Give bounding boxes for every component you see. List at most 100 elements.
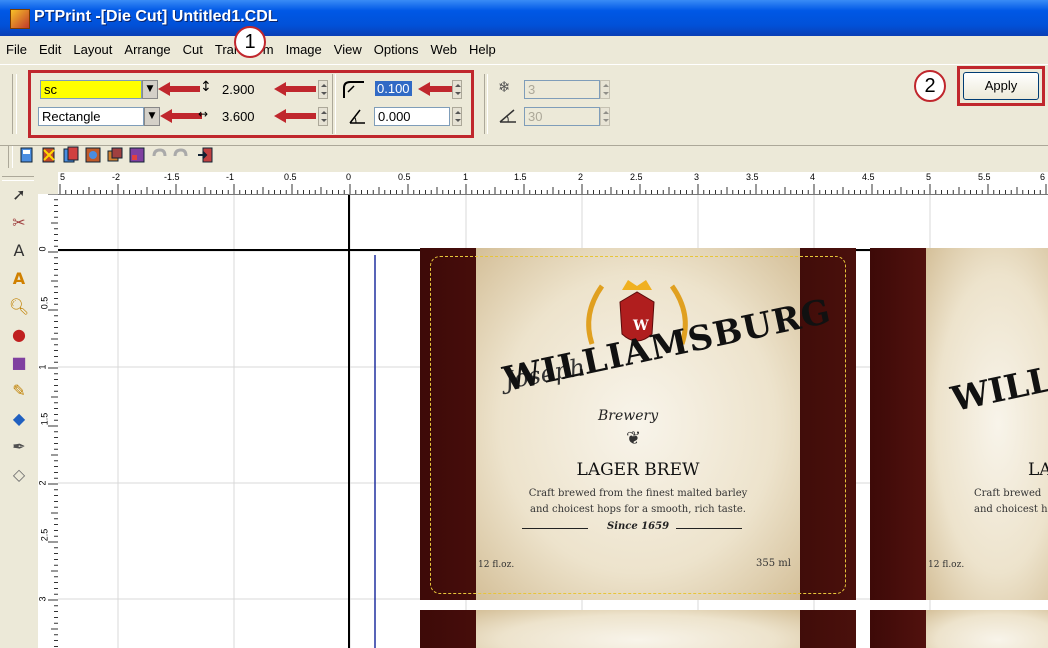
label-tile[interactable]: W Joseph WILLIAMSBURG Brewery ❦ LAGER BR… [420,248,856,600]
separator [484,74,488,134]
angle-field[interactable]: 0.000 [374,107,450,126]
pencil-tool-icon[interactable]: ✎ [8,380,30,402]
pages-icon[interactable] [62,146,80,164]
image-icon[interactable] [128,146,146,164]
label-desc-1: Craft brewed from the finest malted barl… [528,488,748,499]
label-since: Since 1659 [606,521,670,532]
ruler-label: -2 [112,172,121,182]
menu-image[interactable]: Image [280,40,328,62]
horizontal-ruler[interactable]: 5 -2 -1.5 -1 0.5 0 0.5 1 1.5 2 2.5 3 3.5… [58,172,1048,195]
toolbox-grip [2,176,34,181]
zoom-tool-icon[interactable]: 🔍︎ [8,296,30,318]
menu-cut[interactable]: Cut [177,40,209,62]
apply-button[interactable]: Apply [963,72,1039,100]
callout-2: 2 [914,70,946,102]
label-brewery: Brewery [598,408,659,424]
callout-1: 1 [234,26,266,58]
menu-layout[interactable]: Layout [67,40,118,62]
ruler-label: 2.5 [39,528,50,542]
count-spinner[interactable] [600,80,610,99]
ruler-label: 1 [38,364,48,370]
color-combo-value: sc [44,82,57,97]
bucket-tool-icon[interactable]: ◆ [8,408,30,430]
shape-tool-icon[interactable]: ● [8,324,30,346]
corner-radius-spinner[interactable] [452,80,462,99]
vertical-ruler[interactable]: 0 0.5 1 1.5 2 2.5 3 [38,194,59,648]
toolbar-grip [8,146,13,168]
design-canvas[interactable]: W Joseph WILLIAMSBURG Brewery ❦ LAGER BR… [58,195,1048,648]
undo-icon[interactable] [150,146,168,164]
menu-options[interactable]: Options [368,40,425,62]
ruler-label: 2.5 [630,172,643,182]
count-value: 3 [528,82,536,97]
menu-help[interactable]: Help [463,40,502,62]
redo-icon[interactable] [172,146,190,164]
ruler-corner[interactable] [38,172,59,195]
count-field[interactable]: 3 [524,80,600,99]
shape-combo-dropdown[interactable]: ▼ [144,107,160,126]
layout-icon[interactable] [84,146,102,164]
label-desc-2: and choicest hops for a smooth, rich tas… [530,504,746,515]
separator [332,74,336,134]
ruler-label: 0.5 [398,172,411,182]
ruler-label: 3.5 [746,172,759,182]
red-arrow-2 [160,109,202,123]
menu-view[interactable]: View [328,40,368,62]
height-field[interactable]: 2.900 [218,80,274,99]
ruler-label: -1 [226,172,235,182]
fill-tool-icon[interactable]: ■ [8,352,30,374]
scissors-tool-icon[interactable]: ✂ [8,212,30,234]
ruler-label: 6 [1040,172,1046,182]
menu-edit[interactable]: Edit [33,40,67,62]
corner-radius-icon [343,81,364,98]
app-icon [10,9,30,29]
cut-page-icon[interactable] [40,146,58,164]
width-value: 3.600 [222,109,255,124]
art-text-tool-icon[interactable]: A [8,268,30,290]
width-spinner[interactable] [318,107,328,126]
menu-file[interactable]: File [0,40,33,62]
ruler-label: 0.5 [39,296,50,310]
shape-combo[interactable]: Rectangle [38,107,144,126]
ruler-label: 1 [463,172,469,182]
color-combo[interactable]: sc [40,80,142,99]
rotation-value: 30 [528,109,543,124]
rotation-spinner[interactable] [600,107,610,126]
menu-web[interactable]: Web [425,40,464,62]
title-bar: PTPrint -[Die Cut] Untitled1.CDL [0,0,1048,36]
ruler-label: 5.5 [978,172,991,182]
text-tool-icon[interactable]: A [8,240,30,262]
label-volume-left: 12 fl.oz. [478,560,515,570]
angle-spinner[interactable] [452,107,462,126]
label-tile[interactable]: WILL LA Craft brewed and choicest h 12 f… [870,248,1048,600]
arrange-icon[interactable] [106,146,124,164]
label-parchment [926,610,1048,648]
ruler-label: 1.5 [39,412,50,426]
ruler-label: 5 [60,172,66,182]
ruler-label: 2 [578,172,584,182]
height-spinner[interactable] [318,80,328,99]
rotate-icon [499,109,516,123]
eraser-tool-icon[interactable]: ◇ [8,464,30,486]
exit-icon[interactable] [196,146,214,164]
label-volume-left: 12 fl.oz. [928,560,965,570]
angle-icon [349,109,365,124]
shape-combo-value: Rectangle [42,109,101,124]
label-tile[interactable] [420,610,856,648]
corner-radius-value: 0.100 [375,81,412,96]
rotation-field[interactable]: 30 [524,107,600,126]
label-tile[interactable] [870,610,1048,648]
ruler-label: 0 [38,246,48,252]
width-field[interactable]: 3.600 [218,107,274,126]
pointer-tool-icon[interactable]: ➚ [8,184,30,206]
pen-tool-icon[interactable]: ✒ [8,436,30,458]
label-product: LAGER BREW [576,460,700,480]
page-icon[interactable] [18,146,36,164]
menu-bar: File Edit Layout Arrange Cut Transform I… [0,40,1048,62]
label-volume-right: 355 ml [756,558,791,569]
ruler-label: 0 [346,172,352,182]
corner-radius-field[interactable]: 0.100 [374,80,416,99]
menu-arrange[interactable]: Arrange [118,40,176,62]
color-combo-dropdown[interactable]: ▼ [142,80,158,99]
red-arrow-1 [158,82,200,96]
